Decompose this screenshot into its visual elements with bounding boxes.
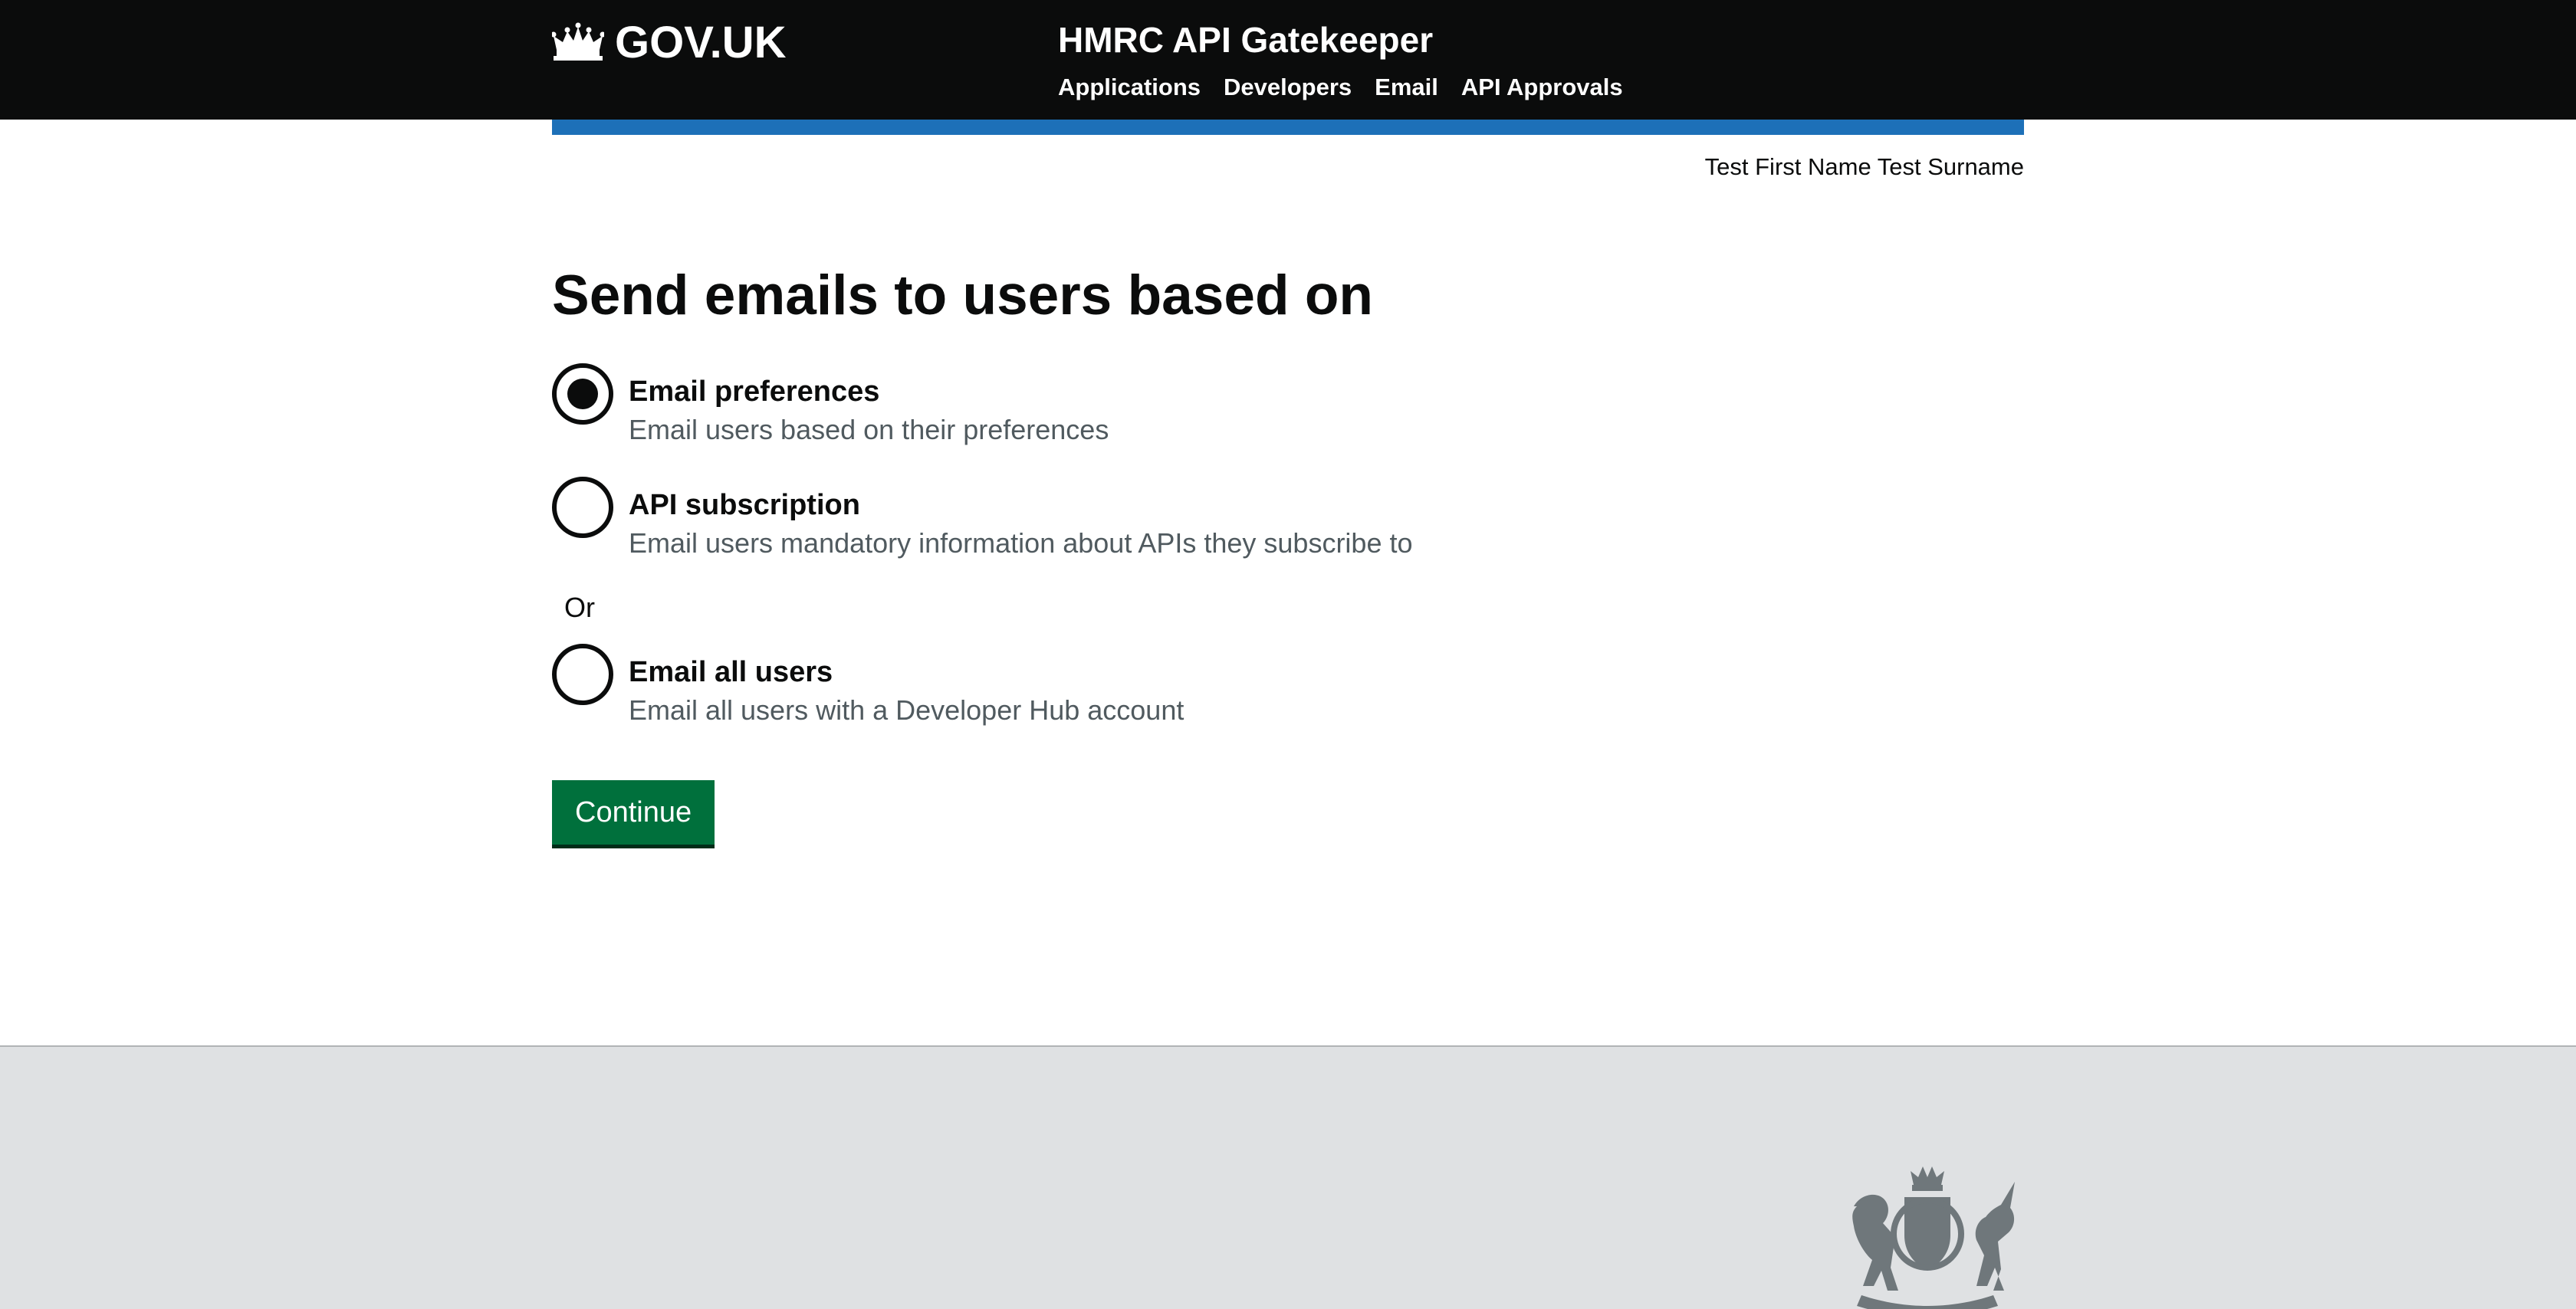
primary-nav: Applications Developers Email API Approv… bbox=[1058, 71, 1623, 104]
crown-icon bbox=[552, 22, 604, 61]
continue-button[interactable]: Continue bbox=[552, 780, 715, 845]
radio-label: Email preferences bbox=[629, 376, 880, 408]
nav-item-email[interactable]: Email bbox=[1375, 71, 1438, 104]
radio-api-subscription[interactable]: API subscription Email users mandatory i… bbox=[552, 477, 1413, 563]
radio-text: Email all users Email all users with a D… bbox=[629, 644, 1184, 730]
site-header: GOV.UK HMRC API Gatekeeper Applications … bbox=[0, 0, 2576, 120]
radio-hint: Email all users with a Developer Hub acc… bbox=[629, 694, 1184, 726]
logged-in-user-name: Test First Name Test Surname bbox=[1704, 153, 2024, 180]
radio-text: Email preferences Email users based on t… bbox=[629, 363, 1109, 449]
or-divider-text: Or bbox=[564, 592, 595, 623]
radio-email-preferences[interactable]: Email preferences Email users based on t… bbox=[552, 363, 1109, 449]
govuk-logo-link[interactable]: GOV.UK bbox=[552, 15, 786, 69]
service-name[interactable]: HMRC API Gatekeeper bbox=[1058, 15, 1433, 64]
nav-item-api-approvals[interactable]: API Approvals bbox=[1461, 71, 1623, 104]
radio-text: API subscription Email users mandatory i… bbox=[629, 477, 1413, 563]
radio-button[interactable] bbox=[552, 477, 613, 538]
radio-email-all-users[interactable]: Email all users Email all users with a D… bbox=[552, 644, 1184, 730]
radio-label: Email all users bbox=[629, 656, 833, 688]
radio-label: API subscription bbox=[629, 489, 860, 521]
nav-item-developers[interactable]: Developers bbox=[1224, 71, 1352, 104]
radio-button-checked[interactable] bbox=[552, 363, 613, 425]
logo-text: GOV.UK bbox=[615, 17, 787, 67]
header-accent-bar bbox=[552, 120, 2024, 135]
radio-hint: Email users mandatory information about … bbox=[629, 527, 1413, 559]
royal-coat-of-arms-icon bbox=[1852, 1166, 2015, 1309]
site-footer bbox=[0, 1045, 2576, 1309]
nav-item-applications[interactable]: Applications bbox=[1058, 71, 1201, 104]
page-title: Send emails to users based on bbox=[552, 264, 1374, 326]
radio-button[interactable] bbox=[552, 644, 613, 705]
radio-hint: Email users based on their preferences bbox=[629, 414, 1109, 445]
